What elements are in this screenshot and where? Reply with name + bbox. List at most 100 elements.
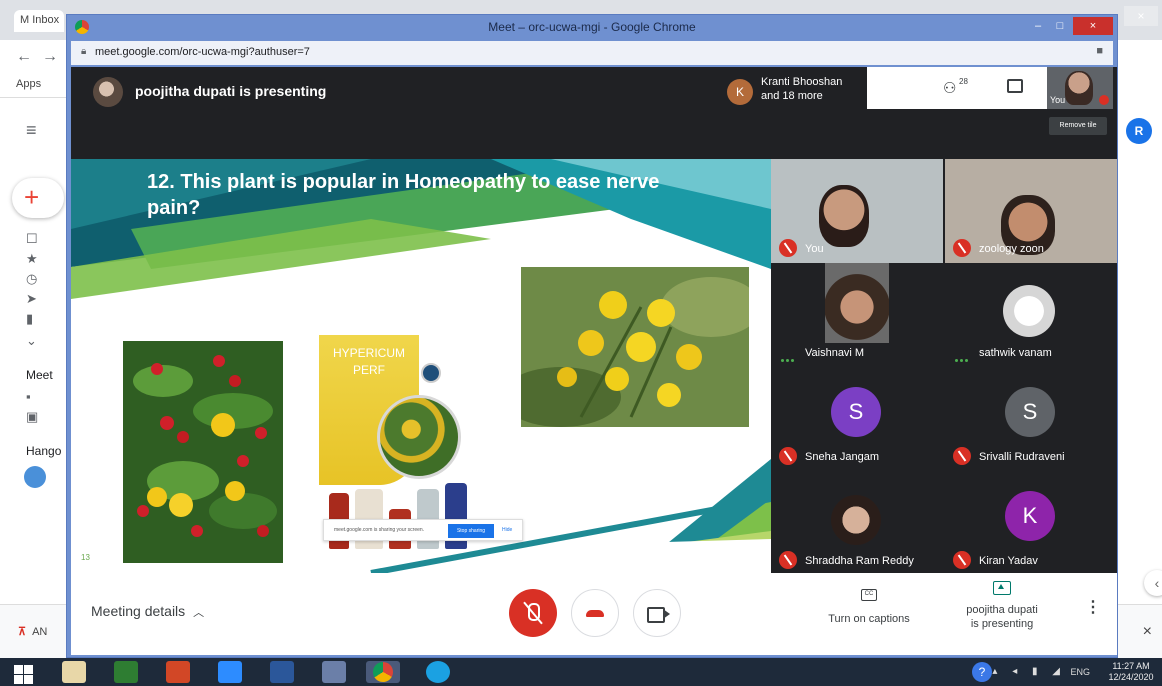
participant-tile[interactable]: K Kiran Yadav (945, 471, 1117, 575)
calendar-icon[interactable]: ▣ (26, 410, 40, 424)
participant-name: sathwik vanam (979, 347, 1052, 359)
gmail-tab-label: M Inbox (20, 14, 60, 26)
captions-icon[interactable]: CC (861, 589, 877, 601)
participant-tile[interactable]: S Srivalli Rudraveni (945, 367, 1117, 471)
hangouts-avatar[interactable] (24, 466, 46, 488)
windows-start-icon[interactable] (10, 661, 34, 684)
video-icon[interactable]: ▪ (26, 390, 40, 404)
participant-letter-avatar: K (1005, 491, 1055, 541)
camera-permission-icon[interactable]: ■ (1096, 45, 1103, 57)
system-tray-icons[interactable]: ▴ ◂ ▮ ◢ (992, 666, 1066, 677)
time: 11:27 AM (1112, 661, 1150, 671)
gmail-sidebar: ≡ + ☐ ★ ◷ ➤ ▮ ⌄ Meet ▪ ▣ Hango (0, 98, 66, 658)
mic-off-icon (953, 447, 971, 465)
participant-tile[interactable]: zoology zoon (945, 159, 1117, 263)
meet-bottom-bar: Meeting details ︿ CC Turn on captions poo… (71, 573, 1117, 655)
presenting-status-button[interactable]: poojitha dupati is presenting (949, 603, 1055, 631)
present-screen-icon[interactable] (993, 581, 1011, 595)
camera-toggle-button[interactable] (633, 589, 681, 637)
compose-button[interactable]: + (12, 178, 64, 218)
clock-icon[interactable]: ◷ (26, 272, 40, 286)
remove-tile-button[interactable]: Remove tile (1049, 117, 1107, 135)
hangouts-section-label: Hango (26, 444, 62, 458)
hide-share-button[interactable]: Hide (502, 527, 512, 533)
notepad-icon[interactable] (62, 661, 86, 683)
minimize-button[interactable]: – (1027, 17, 1049, 35)
download-close-icon[interactable]: × (1143, 623, 1152, 641)
powerpoint-icon[interactable] (166, 661, 190, 683)
clock[interactable]: 11:27 AM 12/24/2020 (1104, 661, 1158, 683)
window-title: Meet – orc-ucwa-mgi - Google Chrome (488, 20, 696, 34)
slide-number: 13 (81, 553, 90, 562)
presenting-line2: is presenting (970, 618, 1034, 630)
microphone-toggle-button[interactable] (509, 589, 557, 637)
gmail-right-panel: R ‹ (1118, 40, 1162, 658)
edge-icon[interactable] (426, 661, 450, 683)
share-notice-text: meet.google.com is sharing your screen. (334, 527, 425, 533)
meeting-details-button[interactable]: Meeting details ︿ (91, 603, 204, 620)
participant-notification-avatar: K (727, 79, 753, 105)
language-indicator[interactable]: ENG (1070, 667, 1090, 677)
screen-share-notice: meet.google.com is sharing your screen. … (323, 519, 523, 541)
zoom-icon[interactable] (218, 661, 242, 683)
send-icon[interactable]: ➤ (26, 292, 40, 306)
turn-on-captions-button[interactable]: Turn on captions (823, 613, 915, 625)
back-arrow-icon[interactable]: ← (16, 48, 32, 66)
maximize-button[interactable]: □ (1049, 17, 1071, 35)
close-window-button[interactable]: × (1073, 17, 1113, 35)
participant-avatar (1003, 285, 1055, 337)
paint-icon[interactable] (322, 661, 346, 683)
leave-call-button[interactable] (571, 589, 619, 637)
presenter-avatar (93, 77, 123, 107)
participant-tile[interactable]: You (771, 159, 943, 263)
stop-sharing-button[interactable]: Stop sharing (448, 524, 494, 538)
lock-icon: 🔒︎ (81, 46, 87, 57)
berry-plant-photo (123, 341, 283, 563)
inbox-icon[interactable]: ☐ (26, 232, 40, 246)
hamburger-menu-icon[interactable]: ≡ (26, 120, 37, 141)
account-avatar[interactable]: R (1126, 118, 1152, 144)
address-bar[interactable]: 🔒︎ meet.google.com/orc-ucwa-mgi?authuser… (71, 41, 1113, 65)
chrome-taskbar-icon[interactable] (366, 661, 400, 683)
mic-off-icon (953, 239, 971, 257)
self-view-tile[interactable]: You (1047, 67, 1113, 109)
forward-arrow-icon[interactable]: → (42, 48, 58, 66)
help-icon[interactable]: ? (972, 662, 992, 682)
meet-top-controls: ⚇ 28 (867, 67, 1047, 109)
participant-name: Vaishnavi M (805, 347, 865, 359)
participant-avatar (831, 495, 881, 545)
mic-off-icon (779, 447, 797, 465)
participant-tile[interactable]: Shraddha Ram Reddy (771, 471, 943, 575)
participant-tile[interactable]: Vaishnavi M (771, 263, 943, 367)
word-icon[interactable] (270, 661, 294, 683)
people-count: 28 (959, 77, 968, 86)
self-mic-off-icon (1099, 95, 1109, 105)
participant-tile[interactable]: S Sneha Jangam (771, 367, 943, 471)
flower-photo (521, 267, 749, 427)
download-item[interactable]: ⊼ AN (18, 625, 47, 638)
windows-taskbar: ? ▴ ◂ ▮ ◢ ENG 11:27 AM 12/24/2020 (0, 658, 1162, 686)
chat-icon[interactable] (1007, 79, 1023, 93)
window-title-bar[interactable]: Meet – orc-ucwa-mgi - Google Chrome – □ … (67, 15, 1117, 39)
draft-icon[interactable]: ▮ (26, 312, 40, 326)
st-johns-wort-image (521, 267, 749, 427)
participant-name: You (805, 243, 824, 255)
url-text: meet.google.com/orc-ucwa-mgi?authuser=7 (95, 46, 310, 58)
date: 12/24/2020 (1108, 672, 1154, 682)
notification-line1: Kranti Bhooshan (761, 76, 843, 88)
background-close-button[interactable]: × (1124, 6, 1158, 26)
star-icon[interactable]: ★ (26, 252, 40, 266)
more-options-icon[interactable]: ⋮ (1085, 597, 1101, 617)
meet-window: Meet – orc-ucwa-mgi - Google Chrome – □ … (66, 14, 1118, 658)
participant-notification[interactable]: Kranti Bhooshan and 18 more (761, 75, 842, 103)
apps-shortcut[interactable]: ⁝⁝⁝Apps (16, 78, 1062, 584)
store-icon[interactable] (114, 661, 138, 683)
people-icon[interactable]: ⚇ (943, 79, 956, 97)
speaking-indicator (955, 351, 971, 362)
participant-video (819, 185, 869, 247)
chevron-down-icon[interactable]: ⌄ (26, 334, 40, 348)
side-panel-toggle-icon[interactable]: ‹ (1144, 570, 1162, 596)
gmail-tab[interactable]: M Inbox (14, 10, 64, 32)
apps-label: Apps (16, 78, 42, 90)
participant-tile[interactable]: sathwik vanam (945, 263, 1117, 367)
